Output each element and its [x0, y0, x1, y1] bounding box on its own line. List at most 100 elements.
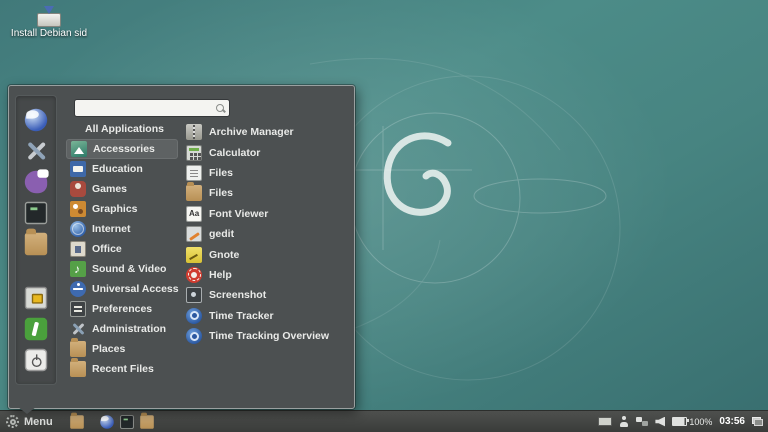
- battery-percentage: 100%: [689, 417, 712, 427]
- taskbar-launcher-group: [97, 413, 157, 431]
- terminal-icon: [25, 202, 47, 224]
- category-administration[interactable]: Administration: [66, 319, 178, 339]
- clock[interactable]: 03:56: [719, 416, 745, 427]
- battery-applet[interactable]: 100%: [672, 417, 712, 427]
- gear-icon: [6, 415, 19, 428]
- user-icon: [619, 416, 629, 427]
- calculator-icon: [186, 145, 202, 161]
- app-time-tracker[interactable]: Time Tracker: [182, 306, 350, 326]
- category-sound-video[interactable]: Sound & Video: [66, 259, 178, 279]
- network-applet[interactable]: [636, 417, 648, 426]
- document-icon: [186, 165, 202, 181]
- category-games[interactable]: Games: [66, 179, 178, 199]
- sound-video-icon: [70, 261, 86, 277]
- sidebar-item-logout[interactable]: [24, 317, 48, 341]
- launcher-files-launcher[interactable]: [67, 413, 87, 431]
- taskbar: Menu: [0, 410, 768, 432]
- internet-icon: [70, 221, 86, 237]
- keyboard-icon: [598, 417, 612, 426]
- font-icon: [186, 206, 202, 222]
- category-accessories[interactable]: Accessories: [66, 139, 178, 159]
- installer-package-icon: [36, 5, 62, 27]
- category-preferences[interactable]: Preferences: [66, 299, 178, 319]
- app-help[interactable]: Help: [182, 265, 350, 285]
- menu-panel-pointer: [18, 407, 36, 414]
- folder-icon: [25, 233, 47, 255]
- category-universal-access[interactable]: Universal Access: [66, 279, 178, 299]
- search-input[interactable]: [79, 102, 216, 115]
- app-archive-manager[interactable]: Archive Manager: [182, 122, 350, 142]
- menu-button[interactable]: Menu: [0, 411, 61, 432]
- folder-icon: [70, 415, 84, 429]
- category-recent-files[interactable]: Recent Files: [66, 359, 178, 379]
- graphics-icon: [70, 201, 86, 217]
- category-all-applications[interactable]: All Applications: [66, 119, 178, 139]
- tools-icon: [25, 140, 47, 162]
- app-time-tracking-overview[interactable]: Time Tracking Overview: [182, 326, 350, 346]
- app-calculator[interactable]: Calculator: [182, 142, 350, 162]
- sidebar-item-lock-screen[interactable]: [24, 286, 48, 310]
- windows-icon: [752, 417, 763, 426]
- app-screenshot[interactable]: Screenshot: [182, 285, 350, 305]
- administration-icon: [70, 321, 86, 337]
- messenger-icon: [25, 171, 47, 193]
- app-gnote[interactable]: Gnote: [182, 244, 350, 264]
- sidebar-item-terminal[interactable]: [24, 201, 48, 225]
- archive-icon: [186, 124, 202, 140]
- user-applet[interactable]: [619, 416, 629, 427]
- gnote-icon: [186, 247, 202, 263]
- terminal-icon: [120, 415, 134, 429]
- games-icon: [70, 181, 86, 197]
- category-graphics[interactable]: Graphics: [66, 199, 178, 219]
- category-education[interactable]: Education: [66, 159, 178, 179]
- help-icon: [186, 267, 202, 283]
- web-browser-icon: [100, 415, 114, 429]
- recent-files-icon: [70, 361, 86, 377]
- volume-applet[interactable]: [655, 417, 665, 427]
- desktop-icon-label: Install Debian sid: [10, 28, 88, 39]
- no-icon: [70, 121, 79, 137]
- education-icon: [70, 161, 86, 177]
- app-font-viewer[interactable]: Font Viewer: [182, 204, 350, 224]
- office-icon: [70, 241, 86, 257]
- sidebar-item-file-manager[interactable]: [24, 232, 48, 256]
- sidebar-item-web-browser[interactable]: [24, 108, 48, 132]
- battery-icon: [672, 417, 687, 426]
- system-tray: 100% 03:56: [598, 416, 768, 427]
- taskbar-launcher-single: [67, 413, 87, 431]
- debian-swirl-icon: [387, 136, 448, 212]
- menu-favorites-sidebar: [15, 95, 57, 385]
- category-office[interactable]: Office: [66, 239, 178, 259]
- launcher-terminal-launcher[interactable]: [117, 413, 137, 431]
- main-menu-panel: All Applications Accessories Education G…: [8, 85, 355, 409]
- app-gedit[interactable]: gedit: [182, 224, 350, 244]
- app-files[interactable]: Files: [182, 183, 350, 203]
- category-places[interactable]: Places: [66, 339, 178, 359]
- screenshot-icon: [186, 287, 202, 303]
- accessories-icon: [71, 141, 87, 157]
- category-internet[interactable]: Internet: [66, 219, 178, 239]
- app-files[interactable]: Files: [182, 163, 350, 183]
- sidebar-item-shutdown[interactable]: [24, 348, 48, 372]
- launcher-browser-launcher[interactable]: [97, 413, 117, 431]
- desktop-icon-install-debian[interactable]: Install Debian sid: [10, 5, 88, 39]
- preferences-icon: [70, 301, 86, 317]
- time-tracker-icon: [186, 308, 202, 324]
- search-icon: [216, 104, 224, 112]
- window-list-applet[interactable]: [752, 417, 763, 426]
- volume-icon: [655, 417, 665, 427]
- sidebar-item-control-center[interactable]: [24, 139, 48, 163]
- gedit-icon: [186, 226, 202, 242]
- keyboard-indicator[interactable]: [598, 417, 612, 426]
- web-browser-icon: [25, 109, 47, 131]
- sidebar-item-messenger[interactable]: [24, 170, 48, 194]
- folder-icon: [140, 415, 154, 429]
- logout-icon: [25, 318, 47, 340]
- places-icon: [70, 341, 86, 357]
- launcher-folder-launcher[interactable]: [137, 413, 157, 431]
- lock-screen-icon: [25, 287, 47, 309]
- menu-categories-list: All Applications Accessories Education G…: [66, 119, 178, 379]
- menu-button-label: Menu: [24, 416, 53, 428]
- time-tracker-icon: [186, 328, 202, 344]
- folder-icon: [186, 185, 202, 201]
